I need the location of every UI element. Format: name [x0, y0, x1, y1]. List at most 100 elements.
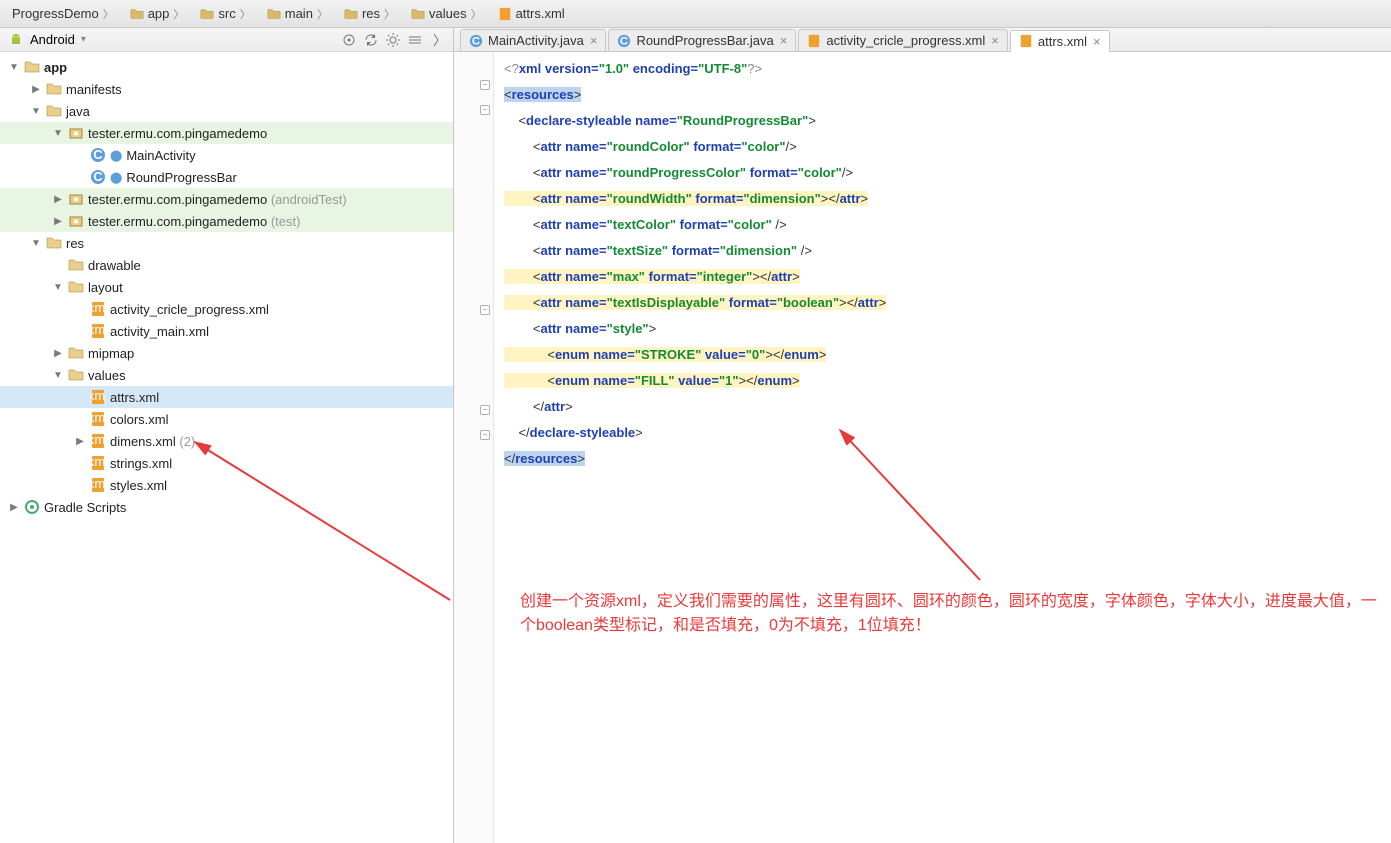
editor-tab[interactable]: CRoundProgressBar.java× — [608, 29, 796, 51]
folder-icon — [411, 7, 425, 21]
tab-label: MainActivity.java — [488, 33, 584, 48]
xml-file-icon: xml — [90, 301, 106, 317]
breadcrumb-bar: ProgressDemo〉 app〉 src〉 main〉 res〉 value… — [0, 0, 1391, 28]
tree-row[interactable]: ▼res — [0, 232, 453, 254]
breadcrumb-item[interactable]: src〉 — [194, 6, 260, 22]
close-icon[interactable]: × — [1093, 34, 1101, 49]
xml-file-icon: xml — [90, 433, 106, 449]
tree-row[interactable]: ▶ xml dimens.xml (2) — [0, 430, 453, 452]
tab-label: activity_cricle_progress.xml — [826, 33, 985, 48]
editor-tab[interactable]: attrs.xml × — [1010, 30, 1110, 52]
tree-row[interactable]: xmlattrs.xml — [0, 386, 453, 408]
close-icon[interactable]: × — [780, 33, 788, 48]
tree-row[interactable]: ▼tester.ermu.com.pingamedemo — [0, 122, 453, 144]
fold-toggle-icon[interactable]: − — [480, 430, 490, 440]
project-panel-header: Android ▾ — [0, 28, 453, 52]
expander-icon[interactable]: ▼ — [30, 106, 42, 117]
code-editor[interactable]: <?xml version="1.0" encoding="UTF-8"?> <… — [494, 52, 1391, 843]
class-icon: C — [469, 34, 483, 48]
panel-mode-label[interactable]: Android — [30, 32, 75, 47]
svg-text:xml: xml — [90, 389, 106, 403]
expander-icon[interactable]: ▼ — [30, 238, 42, 249]
gear-icon[interactable] — [385, 32, 401, 48]
class-icon: C — [90, 169, 106, 185]
tree-label: layout — [88, 280, 123, 295]
expander-icon[interactable]: ▼ — [52, 128, 64, 139]
tree-row[interactable]: ▼values — [0, 364, 453, 386]
fold-toggle-icon[interactable]: − — [480, 305, 490, 315]
project-tree[interactable]: ▼app▶manifests▼java▼tester.ermu.com.ping… — [0, 52, 453, 843]
class-icon: C — [617, 34, 631, 48]
tree-row[interactable]: ▶tester.ermu.com.pingamedemo (test) — [0, 210, 453, 232]
xml-file-icon: xml — [90, 477, 106, 493]
class-icon: C — [90, 147, 106, 163]
tree-row[interactable]: ▶manifests — [0, 78, 453, 100]
expander-icon[interactable]: ▶ — [74, 436, 86, 447]
tree-row[interactable]: xmlstrings.xml — [0, 452, 453, 474]
chevron-right-icon: 〉 — [169, 6, 188, 22]
expander-icon[interactable]: ▶ — [8, 502, 20, 513]
tree-row[interactable]: drawable — [0, 254, 453, 276]
folder-icon — [46, 81, 62, 97]
annotation-text: 创建一个资源xml，定义我们需要的属性，这里有圆环、圆环的颜色，圆环的宽度，字体… — [520, 590, 1380, 638]
tree-row[interactable]: ▼ java — [0, 100, 453, 122]
folder-icon — [46, 235, 62, 251]
svg-text:C: C — [93, 169, 103, 184]
editor-tab[interactable]: C MainActivity.java × — [460, 29, 606, 51]
tree-row[interactable]: ▼ app — [0, 56, 453, 78]
close-icon[interactable]: × — [590, 33, 598, 48]
expander-icon[interactable]: ▶ — [30, 84, 42, 95]
editor-gutter: − − − − − — [454, 52, 494, 843]
chevron-right-icon: 〉 — [99, 6, 118, 22]
fold-toggle-icon[interactable]: − — [480, 80, 490, 90]
fold-toggle-icon[interactable]: − — [480, 405, 490, 415]
folder-icon — [68, 367, 84, 383]
close-icon[interactable]: × — [991, 33, 999, 48]
chevron-down-icon[interactable]: ▾ — [81, 34, 86, 45]
tree-row[interactable]: ▼ layout — [0, 276, 453, 298]
editor-tab[interactable]: activity_cricle_progress.xml × — [798, 29, 1008, 51]
target-icon[interactable] — [341, 32, 357, 48]
tree-row[interactable]: ▶Gradle Scripts — [0, 496, 453, 518]
tree-row[interactable]: C⬤RoundProgressBar — [0, 166, 453, 188]
breadcrumb-item[interactable]: attrs.xml — [492, 6, 571, 21]
tree-label: java — [66, 104, 90, 119]
tree-row[interactable]: ▶mipmap — [0, 342, 453, 364]
tree-row[interactable]: xmlactivity_cricle_progress.xml — [0, 298, 453, 320]
expander-icon[interactable]: ▼ — [8, 62, 20, 73]
tree-label: dimens.xml (2) — [110, 434, 195, 449]
xml-file-icon: xml — [90, 323, 106, 339]
folder-icon — [24, 59, 40, 75]
tree-label: app — [44, 60, 67, 75]
fold-toggle-icon[interactable]: − — [480, 105, 490, 115]
tree-row[interactable]: xml activity_main.xml — [0, 320, 453, 342]
tree-row[interactable]: xmlstyles.xml — [0, 474, 453, 496]
collapse-icon[interactable] — [407, 32, 423, 48]
tree-label: activity_main.xml — [110, 324, 209, 339]
expand-icon[interactable] — [429, 32, 445, 48]
sync-icon[interactable] — [363, 32, 379, 48]
breadcrumb-item[interactable]: values〉 — [405, 6, 492, 22]
svg-text:C: C — [472, 35, 480, 47]
tree-row[interactable]: ▶tester.ermu.com.pingamedemo (androidTes… — [0, 188, 453, 210]
breadcrumb-label: res — [362, 6, 380, 21]
breadcrumb-item[interactable]: app〉 — [124, 6, 195, 22]
breadcrumb-item[interactable]: ProgressDemo〉 — [6, 6, 124, 22]
folder-icon — [267, 7, 281, 21]
svg-text:xml: xml — [90, 455, 106, 469]
tree-row[interactable]: xmlcolors.xml — [0, 408, 453, 430]
expander-icon[interactable]: ▶ — [52, 216, 64, 227]
svg-text:xml: xml — [90, 477, 106, 491]
tree-label: MainActivity — [126, 148, 195, 163]
expander-icon[interactable]: ▼ — [52, 370, 64, 381]
breadcrumb-label: main — [285, 6, 313, 21]
breadcrumb-label: src — [218, 6, 235, 21]
expander-icon[interactable]: ▶ — [52, 194, 64, 205]
tab-label: attrs.xml — [1038, 34, 1087, 49]
breadcrumb-item[interactable]: main〉 — [261, 6, 338, 22]
xml-file-icon: xml — [90, 411, 106, 427]
expander-icon[interactable]: ▼ — [52, 282, 64, 293]
expander-icon[interactable]: ▶ — [52, 348, 64, 359]
breadcrumb-item[interactable]: res〉 — [338, 6, 405, 22]
tree-row[interactable]: C⬤MainActivity — [0, 144, 453, 166]
